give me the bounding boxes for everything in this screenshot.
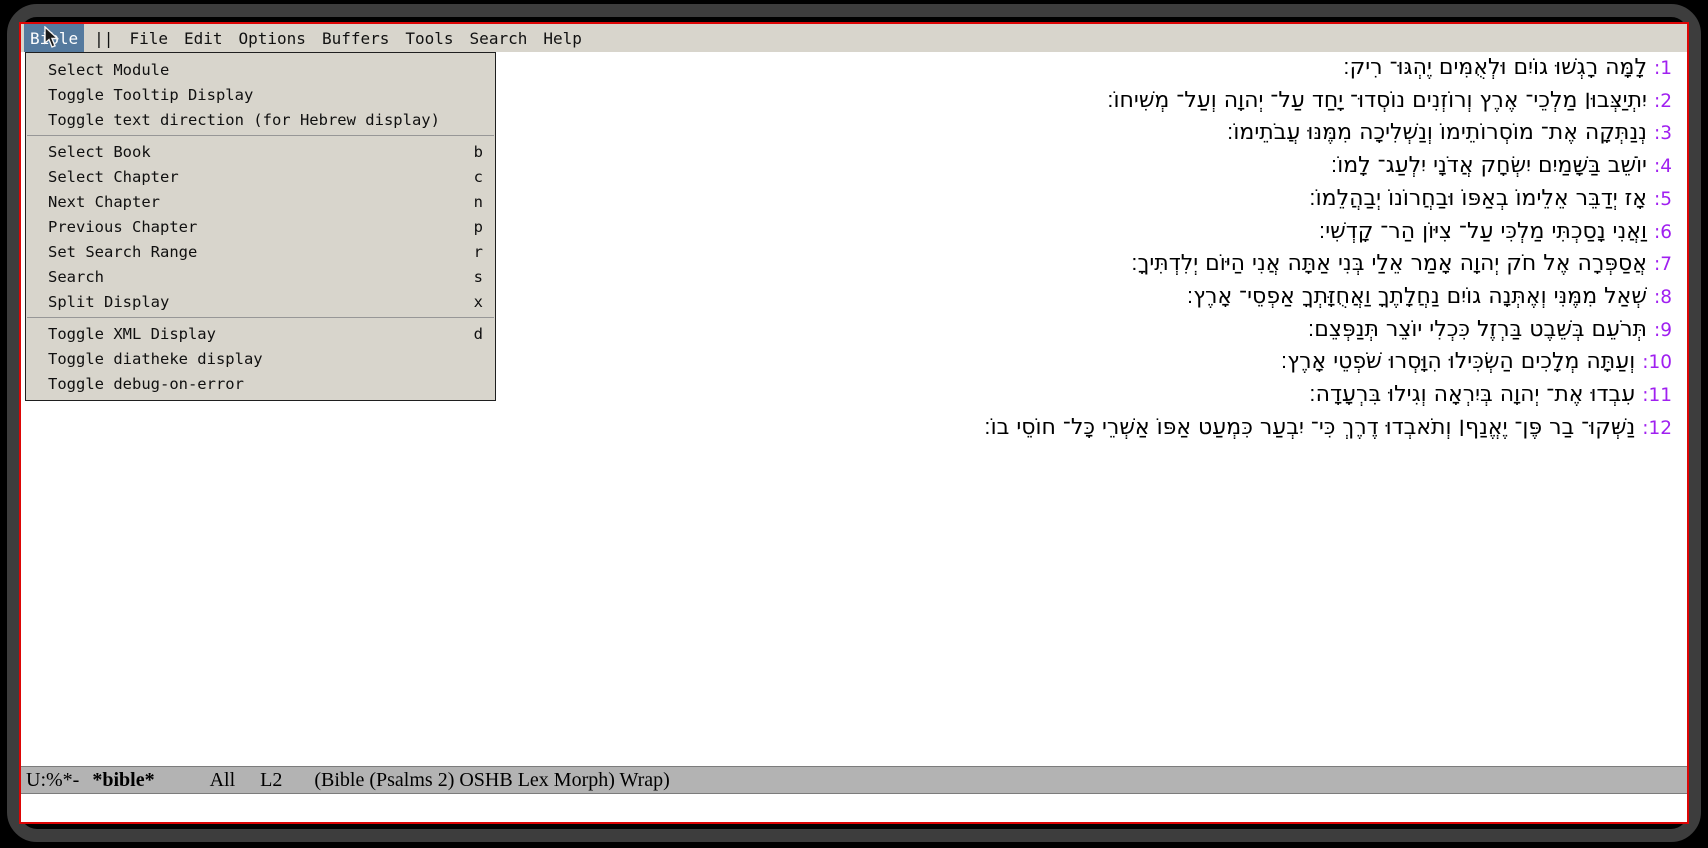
echo-area[interactable] <box>21 794 1687 822</box>
verse-number: 6: <box>1654 222 1672 243</box>
menu-item-split-display[interactable]: Split Display x <box>26 289 495 314</box>
desktop: { "menu_bar": { "items": ["Bible", "||",… <box>0 0 1708 848</box>
menu-item-shortcut: r <box>474 243 483 261</box>
menu-separator <box>27 135 494 136</box>
menu-item-label: Toggle Tooltip Display <box>48 86 253 104</box>
menu-separator <box>27 317 494 318</box>
modeline-modes: (Bible (Psalms 2) OSHB Lex Morph) Wrap) <box>314 769 669 792</box>
menu-item-label: Next Chapter <box>48 193 160 211</box>
menu-item-label: Toggle debug-on-error <box>48 375 244 393</box>
verse-text: אֲסַפְּרָה אֶל חֹק יְהוָה אָמַר אֵלַי בְ… <box>1131 251 1647 276</box>
modeline-line-number: L2 <box>260 769 282 792</box>
menu-item-label: Set Search Range <box>48 243 197 261</box>
verse-number: 8: <box>1654 287 1672 308</box>
menu-item-shortcut: d <box>474 325 483 343</box>
menu-item-label: Select Book <box>48 143 151 161</box>
verse-number: 1: <box>1654 58 1672 79</box>
verse-number: 9: <box>1654 320 1672 341</box>
verse-text: נְנַתְּקָה אֶת־ מוֹסְרוֹתֵימוֹ וְנַשְׁלִ… <box>1227 120 1647 145</box>
menu-item-toggle-tooltip-display[interactable]: Toggle Tooltip Display <box>26 82 495 107</box>
menubar-item-help[interactable]: Help <box>537 24 588 52</box>
menubar-item-edit[interactable]: Edit <box>178 24 229 52</box>
verse-number: 10: <box>1642 352 1672 373</box>
verse-number: 4: <box>1654 156 1672 177</box>
menu-item-label: Split Display <box>48 293 169 311</box>
verse-text: וְעַתָּה מְלָכִים הַשְׂכִּילוּ הִוָּסְרו… <box>1281 349 1635 374</box>
menubar-item-[interactable]: || <box>88 24 119 52</box>
menu-bar: Bible||FileEditOptionsBuffersToolsSearch… <box>21 24 1687 52</box>
menubar-item-tools[interactable]: Tools <box>399 24 459 52</box>
verse-number: 11: <box>1642 385 1672 406</box>
verse-number: 2: <box>1654 91 1672 112</box>
menubar-item-file[interactable]: File <box>123 24 174 52</box>
menubar-item-search[interactable]: Search <box>464 24 534 52</box>
menu-item-label: Toggle diatheke display <box>48 350 263 368</box>
modeline-buffer-name: *bible* <box>92 769 154 792</box>
menu-item-toggle-diatheke-display[interactable]: Toggle diatheke display <box>26 346 495 371</box>
menu-item-select-chapter[interactable]: Select Chapter c <box>26 164 495 189</box>
verse-text: תְּרֹעֵם בְּשֵׁבֶט בַּרְזֶל כִּכְלִי יוֹ… <box>1308 317 1647 342</box>
menu-item-select-module[interactable]: Select Module <box>26 57 495 82</box>
menu-item-set-search-range[interactable]: Set Search Range r <box>26 239 495 264</box>
bible-dropdown-menu: Select Module Toggle Tooltip Display Toggl… <box>25 52 496 401</box>
verse-text: אָז יְדַבֵּר אֵלֵימוֹ בְאַפּוֹ וּבַחֲרוֹ… <box>1309 186 1647 211</box>
menu-item-label: Select Module <box>48 61 169 79</box>
verse-text: יִתְיַצְּבוּ׀ מַלְכֵי־ אֶרֶץ וְרוֹזְנִים… <box>1107 88 1647 113</box>
menu-item-shortcut: x <box>474 293 483 311</box>
menu-item-shortcut: p <box>474 218 483 236</box>
verse-line: 12: נַשְּׁקוּ־ בַר פֶּן־ יֶאֱנַף׀ וְתֹאבְ… <box>21 412 1687 445</box>
menu-item-next-chapter[interactable]: Next Chapter n <box>26 189 495 214</box>
menu-item-shortcut: n <box>474 193 483 211</box>
menu-item-toggle-debug-on-error[interactable]: Toggle debug-on-error <box>26 371 495 396</box>
menu-item-label: Previous Chapter <box>48 218 197 236</box>
menu-item-toggle-xml-display[interactable]: Toggle XML Display d <box>26 321 495 346</box>
menu-item-label: Toggle XML Display <box>48 325 216 343</box>
mode-line: U:%*- *bible* All L2 (Bible (Psalms 2) O… <box>21 766 1687 794</box>
menu-item-label: Select Chapter <box>48 168 179 186</box>
verse-text: שְׁאַל מִמֶּנִּי וְאֶתְּנָה גוֹיִם נַחֲל… <box>1187 284 1647 309</box>
menubar-item-buffers[interactable]: Buffers <box>316 24 395 52</box>
menu-item-shortcut: c <box>474 168 483 186</box>
verse-text: יוֹשֵׁב בַּשָּׁמַיִם יִשְׂחָק אֲדֹנָי יִ… <box>1331 153 1647 178</box>
verse-number: 3: <box>1654 123 1672 144</box>
menu-item-label: Search <box>48 268 104 286</box>
menu-item-shortcut: s <box>474 268 483 286</box>
verse-text: לָמָּה רָגְשׁוּ גוֹיִם וּלְאֻמִּים יֶהְג… <box>1343 55 1647 80</box>
menubar-item-bible[interactable]: Bible <box>24 24 84 52</box>
menu-item-previous-chapter[interactable]: Previous Chapter p <box>26 214 495 239</box>
emacs-frame: Bible||FileEditOptionsBuffersToolsSearch… <box>19 22 1689 824</box>
menu-item-shortcut: b <box>474 143 483 161</box>
menu-item-search[interactable]: Search s <box>26 264 495 289</box>
verse-number: 12: <box>1642 418 1672 439</box>
verse-text: נַשְּׁקוּ־ בַר פֶּן־ יֶאֱנַף׀ וְתֹאבְדוּ… <box>984 415 1635 440</box>
verse-text: וַאֲנִי נָסַכְתִּי מַלְכִּי עַל־ צִיּוֹן… <box>1319 219 1647 244</box>
menu-item-select-book[interactable]: Select Book b <box>26 139 495 164</box>
menu-item-toggle-text-direction-for-hebrew-display[interactable]: Toggle text direction (for Hebrew displa… <box>26 107 495 132</box>
verse-number: 5: <box>1654 189 1672 210</box>
modeline-scroll-position: All <box>210 769 236 792</box>
verse-number: 7: <box>1654 254 1672 275</box>
verse-text: עִבְדוּ אֶת־ יְהוָה בְּיִרְאָה וְגִילוּ … <box>1309 382 1635 407</box>
modeline-flags: U:%*- <box>26 769 79 792</box>
menubar-item-options[interactable]: Options <box>233 24 312 52</box>
menu-item-label: Toggle text direction (for Hebrew displa… <box>48 111 440 129</box>
